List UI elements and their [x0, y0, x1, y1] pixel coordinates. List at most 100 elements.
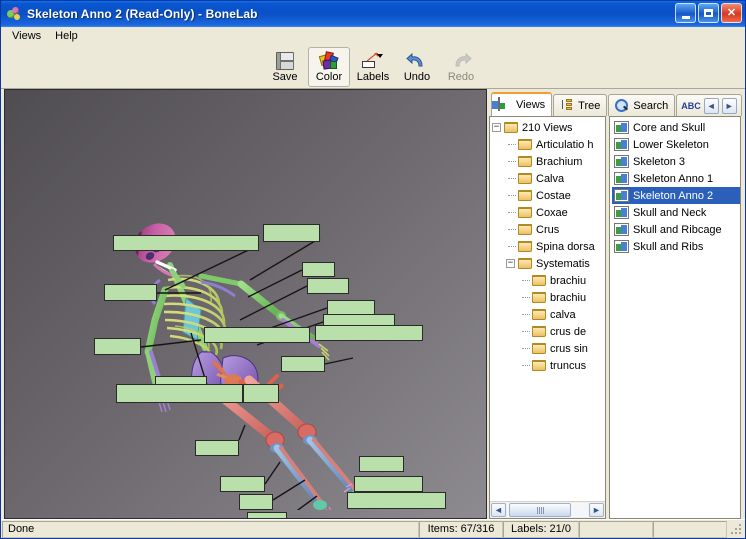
annotation-label-box[interactable] — [220, 476, 265, 492]
annotation-label-box[interactable] — [94, 338, 141, 355]
tree-panel: − 210 Views Articulatio h Brachium Calva Cost… — [489, 116, 606, 519]
tree-expander-icon[interactable]: − — [506, 259, 515, 268]
annotation-label-box[interactable] — [204, 327, 310, 343]
list-item-label: Core and Skull — [633, 121, 706, 134]
annotation-label-box[interactable] — [359, 456, 404, 472]
list-item-label: Skull and Neck — [633, 206, 707, 219]
tree-node-label: brachiu — [550, 291, 587, 304]
folder-icon — [518, 240, 533, 253]
main-body: Views Tree Search ABC ◄ ► − 210 Views Ar… — [1, 89, 745, 519]
tree-node[interactable]: crus de — [492, 323, 605, 340]
tree-node[interactable]: brachiu — [492, 272, 605, 289]
menu-item-help[interactable]: Help — [48, 28, 85, 44]
redo-button-label: Redo — [447, 70, 475, 83]
folder-icon — [532, 274, 547, 287]
redo-button[interactable]: Redo — [440, 47, 482, 87]
color-button[interactable]: Color — [308, 46, 350, 87]
tree-connector — [520, 306, 532, 323]
window-title: Skeleton Anno 2 (Read-Only) - BoneLab — [27, 7, 258, 21]
annotation-label-box[interactable] — [302, 262, 335, 277]
annotation-label-box[interactable] — [239, 494, 273, 510]
tree-node[interactable]: Brachium — [492, 153, 605, 170]
undo-button[interactable]: Undo — [396, 47, 438, 87]
annotation-label-box[interactable] — [247, 512, 287, 518]
tree-node[interactable]: − Systematis — [492, 255, 605, 272]
tree-node[interactable]: Articulatio h — [492, 136, 605, 153]
annotation-label-box[interactable] — [281, 356, 325, 372]
tree-node[interactable]: calva — [492, 306, 605, 323]
tree-node[interactable]: crus sin — [492, 340, 605, 357]
viewport-container — [1, 89, 489, 519]
tree-node-label: 210 Views — [522, 121, 573, 134]
annotation-label-box[interactable] — [243, 384, 279, 403]
tree-node[interactable]: Calva — [492, 170, 605, 187]
tree-icon — [560, 98, 574, 113]
tree-expander-icon[interactable]: − — [492, 123, 501, 132]
maximize-button[interactable] — [698, 3, 719, 23]
view-thumbnail-icon — [614, 155, 629, 168]
save-button[interactable]: Save — [264, 47, 306, 87]
tree-node[interactable]: Crus — [492, 221, 605, 238]
views-tree[interactable]: − 210 Views Articulatio h Brachium Calva Cost… — [490, 117, 605, 501]
chevron-down-icon[interactable] — [377, 53, 383, 58]
close-button[interactable]: ✕ — [721, 3, 742, 23]
annotation-label-box[interactable] — [195, 440, 239, 456]
resize-grip-icon[interactable] — [729, 522, 744, 536]
list-item[interactable]: Skeleton Anno 2 — [612, 187, 740, 204]
annotation-label-box[interactable] — [113, 235, 259, 251]
tree-node[interactable]: Spina dorsa — [492, 238, 605, 255]
tree-node-label: truncus — [550, 359, 587, 372]
scrollbar-thumb[interactable] — [509, 503, 571, 517]
menu-item-views[interactable]: Views — [5, 28, 48, 44]
scroll-left-button[interactable]: ◄ — [491, 503, 506, 517]
list-item[interactable]: Skull and Ribcage — [612, 221, 740, 238]
tree-node[interactable]: Costae — [492, 187, 605, 204]
tab-views[interactable]: Views — [491, 92, 553, 116]
list-item[interactable]: Skull and Ribs — [612, 238, 740, 255]
tab-views-label: Views — [516, 99, 546, 111]
views-list[interactable]: Core and Skull Lower Skeleton Skeleton 3 Sk… — [610, 117, 740, 518]
tree-node-label: Brachium — [536, 155, 583, 168]
window-controls: ✕ — [675, 3, 742, 23]
annotation-label-box[interactable] — [315, 325, 423, 341]
list-item[interactable]: Skeleton Anno 1 — [612, 170, 740, 187]
list-item[interactable]: Skull and Neck — [612, 204, 740, 221]
tree-connector — [520, 340, 532, 357]
annotation-label-box[interactable] — [307, 278, 349, 294]
minimize-button[interactable] — [675, 3, 696, 23]
folder-icon — [518, 138, 533, 151]
tree-connector — [506, 187, 518, 204]
tree-node[interactable]: truncus — [492, 357, 605, 374]
tab-search[interactable]: Search — [608, 94, 676, 116]
scrollbar-track[interactable] — [507, 503, 588, 517]
tree-horizontal-scrollbar[interactable]: ◄ ► — [490, 501, 605, 518]
prev-button[interactable]: ◄ — [703, 97, 719, 114]
tree-root-node[interactable]: − 210 Views — [492, 119, 605, 136]
status-extra-1 — [579, 520, 653, 538]
scroll-right-button[interactable]: ► — [589, 503, 604, 517]
tree-node[interactable]: Coxae — [492, 204, 605, 221]
list-item-label: Lower Skeleton — [633, 138, 709, 151]
list-item[interactable]: Core and Skull — [612, 119, 740, 136]
tree-node[interactable]: brachiu — [492, 289, 605, 306]
annotation-label-box[interactable] — [354, 476, 423, 492]
view-thumbnail-icon — [614, 206, 629, 219]
list-item[interactable]: Skeleton 3 — [612, 153, 740, 170]
annotation-label-box[interactable] — [263, 224, 320, 242]
tree-node-label: brachiu — [550, 274, 587, 287]
annotation-label-box[interactable] — [116, 384, 243, 403]
tree-connector — [506, 170, 518, 187]
annotation-label-box[interactable] — [347, 492, 446, 509]
next-button[interactable]: ► — [721, 97, 737, 114]
view-thumbnail-icon — [614, 240, 629, 253]
labels-button[interactable]: Labels — [352, 47, 394, 87]
list-item[interactable]: Lower Skeleton — [612, 136, 740, 153]
tab-tree[interactable]: Tree — [553, 94, 608, 116]
annotation-label-box[interactable] — [104, 284, 157, 301]
3d-skeleton-viewport[interactable] — [4, 89, 487, 519]
tab-tree-label: Tree — [578, 99, 601, 112]
list-item-label: Skeleton Anno 2 — [633, 189, 714, 202]
tree-node-label: Spina dorsa — [536, 240, 595, 253]
status-bar: Done Items: 67/316 Labels: 21/0 — [1, 519, 745, 538]
picture-icon — [498, 97, 512, 112]
